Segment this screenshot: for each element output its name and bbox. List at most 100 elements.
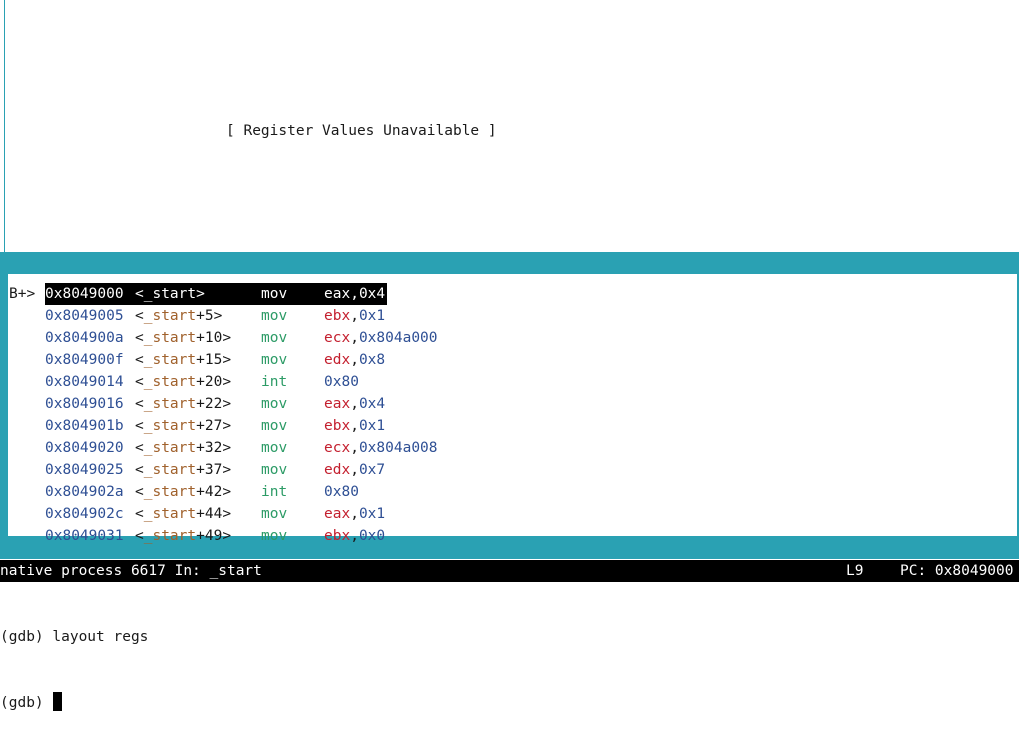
- symbol-open: <: [135, 286, 144, 302]
- asm-opcode: mov: [261, 418, 288, 434]
- operand-value: 0x1: [358, 506, 386, 522]
- symbol-open: <: [135, 330, 144, 346]
- asm-symbol: <_start+15>: [135, 349, 231, 371]
- asm-address: 0x804902a: [45, 484, 124, 500]
- asm-opcode: int: [261, 374, 288, 390]
- operand-comma: ,: [350, 418, 359, 434]
- symbol-open: <: [135, 418, 144, 434]
- operand-comma: ,: [350, 330, 359, 346]
- symbol-name: _start: [143, 506, 197, 522]
- asm-line[interactable]: 0x804901b <_start+27> mov ebx,0x1: [8, 415, 1017, 437]
- text-cursor: [53, 692, 63, 711]
- asm-address: 0x804901b: [45, 418, 124, 434]
- asm-address: 0x8049014: [45, 374, 124, 390]
- symbol-offset: +49>: [196, 528, 232, 544]
- operand-value: 0x80: [324, 374, 359, 390]
- asm-symbol: <_start+49>: [135, 525, 231, 547]
- symbol-open: <: [135, 396, 144, 412]
- symbol-offset: +42>: [196, 484, 232, 500]
- asm-opcode: mov: [261, 352, 288, 368]
- asm-address: 0x804900f: [45, 352, 124, 368]
- symbol-open: <: [135, 374, 144, 390]
- asm-address: 0x8049020: [45, 440, 124, 456]
- process-status: native process 6617 In: _start: [0, 563, 262, 579]
- command-text: (gdb) layout regs: [0, 629, 149, 645]
- operand-comma: ,: [350, 396, 359, 412]
- asm-symbol: <_start+27>: [135, 415, 231, 437]
- status-bar: native process 6617 In: _start L9 PC: 0x…: [0, 560, 1019, 582]
- symbol-name: _start: [143, 484, 197, 500]
- pc-indicator: PC: 0x8049000: [900, 563, 1014, 579]
- asm-line[interactable]: 0x8049025 <_start+37> mov edx,0x7: [8, 459, 1017, 481]
- command-history-line: (gdb) layout regs: [0, 626, 1019, 648]
- asm-operands: ecx,0x804a000: [324, 327, 438, 349]
- asm-address: 0x8049016: [45, 396, 124, 412]
- operand-value: 0x1: [358, 308, 386, 324]
- prompt-text: (gdb): [0, 695, 53, 711]
- operand-register: ebx: [324, 528, 351, 544]
- asm-address: 0x804902c: [45, 506, 124, 522]
- asm-line[interactable]: B+> 0x8049000 <_start> mov eax,0x4: [8, 283, 1017, 305]
- symbol-name: _start: [143, 528, 197, 544]
- asm-line[interactable]: 0x804902c <_start+44> mov eax,0x1: [8, 503, 1017, 525]
- asm-line[interactable]: 0x8049005 <_start+5> mov ebx,0x1: [8, 305, 1017, 327]
- operand-value: 0x4: [358, 396, 386, 412]
- asm-line[interactable]: 0x8049020 <_start+32> mov ecx,0x804a008: [8, 437, 1017, 459]
- symbol-offset: +20>: [196, 374, 232, 390]
- asm-line[interactable]: 0x8049031 <_start+49> mov ebx,0x0: [8, 525, 1017, 547]
- symbol-offset: +27>: [196, 418, 232, 434]
- operand-value: 0x0: [358, 528, 386, 544]
- asm-opcode: mov: [261, 528, 288, 544]
- gdb-command-area[interactable]: (gdb) layout regs (gdb): [0, 582, 1019, 736]
- symbol-offset: +32>: [196, 440, 232, 456]
- asm-address: 0x8049031: [45, 528, 124, 544]
- symbol-open: <: [135, 308, 144, 324]
- operand-register: ebx: [324, 308, 351, 324]
- asm-address: 0x8049025: [45, 462, 124, 478]
- operand-comma: ,: [350, 506, 359, 522]
- operand-register: eax: [324, 506, 351, 522]
- symbol-offset: +22>: [196, 396, 232, 412]
- asm-operands: edx,0x8: [324, 349, 385, 371]
- operand-register: ecx: [324, 440, 351, 456]
- symbol-offset: >: [196, 286, 205, 302]
- asm-line[interactable]: 0x8049014 <_start+20> int 0x80: [8, 371, 1017, 393]
- asm-operands: 0x80: [324, 371, 359, 393]
- asm-line[interactable]: 0x8049016 <_start+22> mov eax,0x4: [8, 393, 1017, 415]
- operand-comma: ,: [350, 528, 359, 544]
- asm-symbol: <_start+44>: [135, 503, 231, 525]
- asm-line[interactable]: 0x804900f <_start+15> mov edx,0x8: [8, 349, 1017, 371]
- symbol-open: <: [135, 462, 144, 478]
- asm-operands: ebx,0x0: [324, 525, 385, 547]
- asm-opcode: mov: [261, 308, 288, 324]
- asm-opcode: mov: [261, 506, 288, 522]
- asm-symbol: <_start+37>: [135, 459, 231, 481]
- asm-address: 0x8049005: [45, 308, 124, 324]
- asm-opcode: mov: [261, 330, 288, 346]
- operand-value: 0x7: [358, 462, 386, 478]
- symbol-offset: +15>: [196, 352, 232, 368]
- asm-symbol: <_start+32>: [135, 437, 231, 459]
- symbol-open: <: [135, 352, 144, 368]
- asm-opcode: int: [261, 484, 288, 500]
- asm-symbol: <_start+42>: [135, 481, 231, 503]
- operand-comma: ,: [350, 440, 359, 456]
- asm-line[interactable]: 0x804900a <_start+10> mov ecx,0x804a000: [8, 327, 1017, 349]
- asm-address: 0x8049000: [45, 286, 124, 302]
- asm-operands: ecx,0x804a008: [324, 437, 438, 459]
- command-prompt-line[interactable]: (gdb): [0, 692, 1019, 714]
- asm-line[interactable]: 0x804902a <_start+42> int 0x80: [8, 481, 1017, 503]
- operand-comma: ,: [350, 462, 359, 478]
- register-values-unavailable-message: [ Register Values Unavailable ]: [226, 123, 497, 139]
- asm-listing[interactable]: B+> 0x8049000 <_start> mov eax,0x4 0x8049005 <…: [8, 274, 1017, 544]
- operand-comma: ,: [350, 286, 359, 302]
- asm-window-frame: B+> 0x8049000 <_start> mov eax,0x4 0x8049005 <…: [0, 252, 1019, 559]
- asm-operands: edx,0x7: [324, 459, 385, 481]
- operand-value: 0x804a008: [358, 440, 438, 456]
- symbol-offset: +37>: [196, 462, 232, 478]
- operand-register: eax: [324, 396, 351, 412]
- asm-opcode: mov: [261, 286, 288, 302]
- symbol-offset: +5>: [196, 308, 223, 324]
- operand-register: edx: [324, 462, 351, 478]
- asm-operands: eax,0x4: [324, 283, 385, 305]
